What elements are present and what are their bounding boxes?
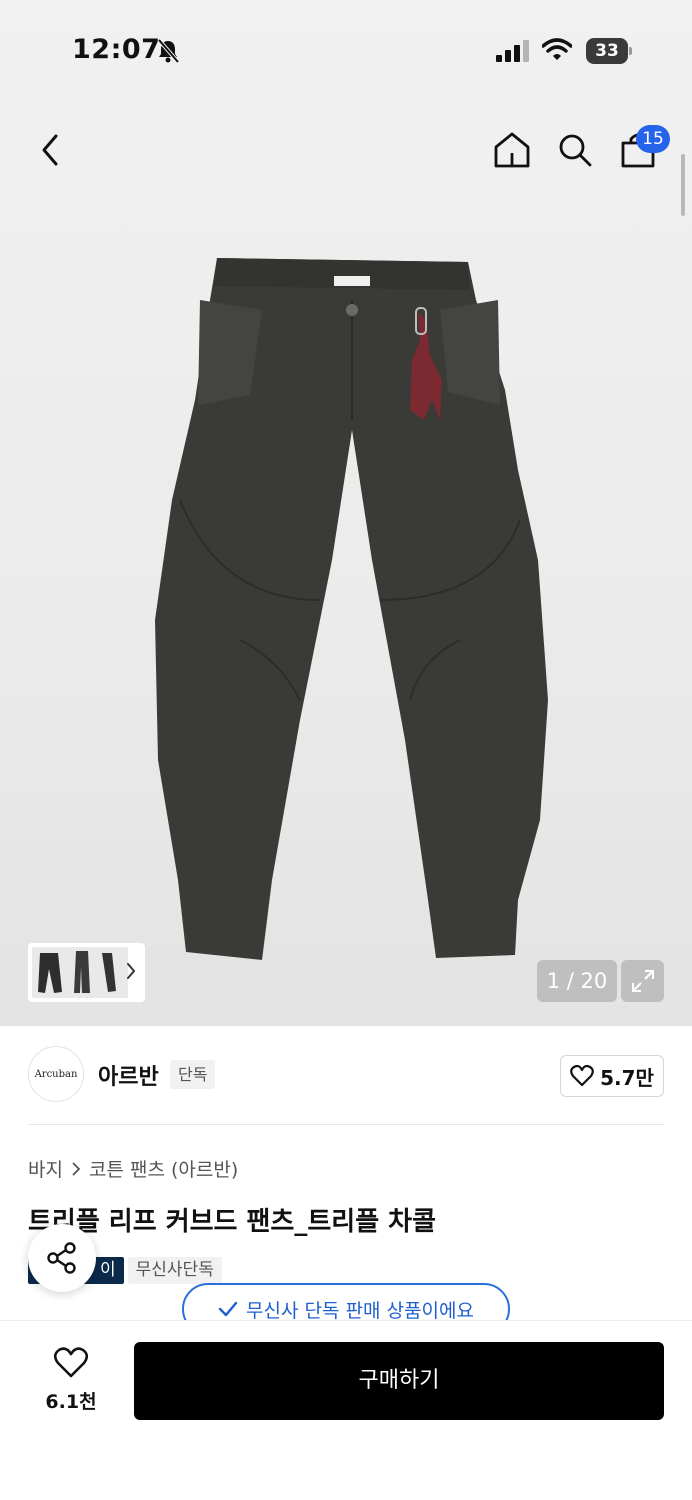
product-title: 트리플 리프 커브드 팬츠_트리플 차콜 <box>28 1207 437 1237</box>
chevron-right-icon <box>72 1161 81 1176</box>
back-button[interactable] <box>20 120 80 180</box>
chevron-right-icon <box>127 963 136 979</box>
heart-icon <box>53 1347 89 1378</box>
wishlist-button[interactable]: 6.1천 <box>36 1347 106 1414</box>
brand-name[interactable]: 아르반 <box>98 1059 159 1091</box>
share-icon <box>47 1242 76 1274</box>
brand-logo[interactable]: Arcuban <box>28 1046 84 1102</box>
thumbnail-strip[interactable] <box>28 943 145 1002</box>
scrollbar <box>681 154 685 216</box>
buy-button[interactable]: 구매하기 <box>134 1342 664 1420</box>
bell-muted-icon <box>157 38 180 64</box>
divider <box>28 1124 664 1125</box>
chevron-left-icon <box>42 134 58 166</box>
search-icon <box>559 134 592 167</box>
share-button[interactable] <box>28 1224 96 1292</box>
breadcrumb-subcategory[interactable]: 코튼 팬츠 (아르반) <box>89 1155 238 1182</box>
search-button[interactable] <box>545 120 605 180</box>
battery-icon: 33 <box>586 38 632 64</box>
brand-like-button[interactable]: 5.7만 <box>560 1055 664 1097</box>
breadcrumb-category[interactable]: 바지 <box>28 1155 63 1182</box>
home-icon <box>494 132 530 168</box>
cellular-signal-icon <box>496 40 529 62</box>
status-bar: 12:07 33 <box>0 0 692 100</box>
top-nav-bar <box>0 120 692 180</box>
brand-row: Arcuban 아르반 단독 5.7만 <box>28 1046 664 1104</box>
wifi-icon <box>542 38 572 60</box>
expand-icon <box>631 970 654 992</box>
heart-icon <box>570 1065 594 1087</box>
thumbnail-image <box>32 947 128 998</box>
brand-like-count: 5.7만 <box>600 1065 654 1090</box>
exclusive-tag: 단독 <box>170 1060 216 1089</box>
expand-button[interactable] <box>621 960 664 1002</box>
product-tag: 무신사단독 <box>127 1257 222 1284</box>
image-counter: 1 / 20 <box>537 960 617 1002</box>
check-icon <box>218 1301 238 1317</box>
exclusive-notice-text: 무신사 단독 판매 상품이에요 <box>246 1299 474 1322</box>
wishlist-count: 6.1천 <box>45 1391 97 1413</box>
home-button[interactable] <box>482 120 542 180</box>
status-time: 12:07 <box>72 34 161 65</box>
bottom-action-bar: 6.1천 구매하기 <box>0 1320 692 1500</box>
breadcrumb: 바지 코튼 팬츠 (아르반) <box>28 1155 238 1182</box>
battery-cap <box>629 47 632 55</box>
cart-count-badge: 15 <box>636 125 670 153</box>
battery-level: 33 <box>586 38 628 64</box>
